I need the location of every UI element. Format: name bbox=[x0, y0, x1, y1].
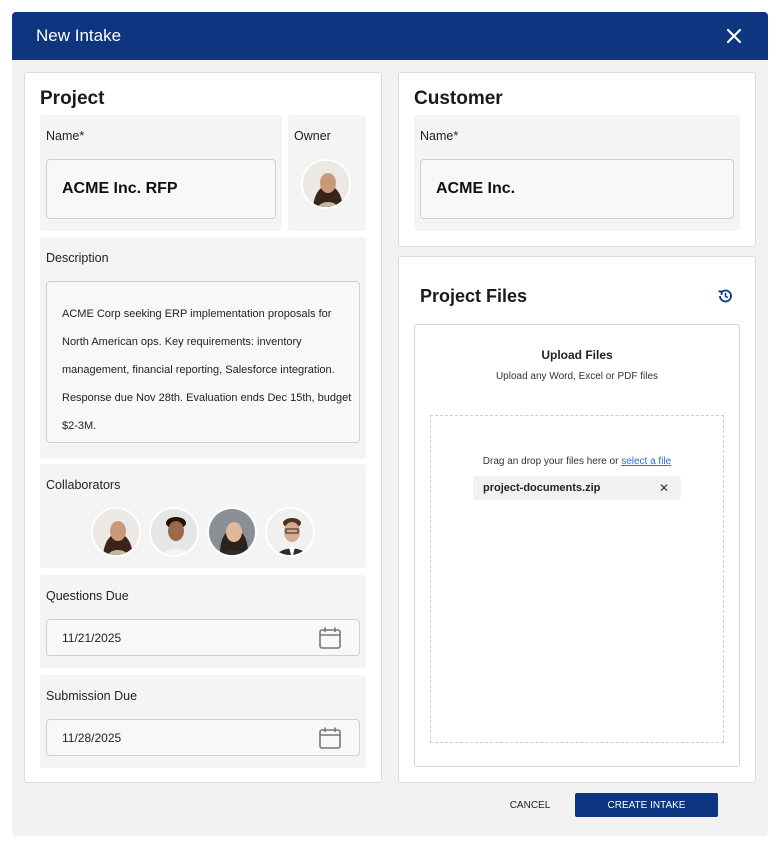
submission-due-section: Submission Due 11/28/2025 bbox=[40, 675, 366, 768]
drop-instructions: Drag an drop your files here or select a… bbox=[431, 456, 723, 467]
collaborator-avatar[interactable] bbox=[265, 507, 315, 557]
collaborators-label: Collaborators bbox=[46, 478, 121, 492]
uploaded-file-name: project-documents.zip bbox=[483, 482, 601, 494]
description-label: Description bbox=[46, 251, 109, 265]
close-icon[interactable] bbox=[724, 26, 744, 46]
owner-avatar[interactable] bbox=[301, 159, 351, 209]
project-name-section: Name* ACME Inc. RFP bbox=[40, 115, 282, 231]
description-text: ACME Corp seeking ERP implementation pro… bbox=[62, 308, 352, 432]
history-icon[interactable] bbox=[717, 288, 733, 304]
new-intake-dialog: New Intake Project Name* ACME Inc. RFP O… bbox=[12, 12, 768, 836]
questions-due-section: Questions Due 11/21/2025 bbox=[40, 575, 366, 668]
collaborator-avatar[interactable] bbox=[207, 507, 257, 557]
create-intake-button[interactable]: CREATE INTAKE bbox=[575, 793, 718, 817]
project-files-panel: Project Files Upload Files Upload any Wo… bbox=[398, 256, 756, 783]
customer-heading: Customer bbox=[414, 88, 503, 109]
upload-subtitle: Upload any Word, Excel or PDF files bbox=[495, 371, 659, 382]
collaborator-avatar[interactable] bbox=[91, 507, 141, 557]
questions-due-label: Questions Due bbox=[46, 589, 129, 603]
customer-name-label: Name* bbox=[420, 129, 459, 143]
upload-box: Upload Files Upload any Word, Excel or P… bbox=[414, 324, 740, 767]
project-heading: Project bbox=[40, 88, 105, 109]
questions-due-field[interactable]: 11/21/2025 bbox=[46, 619, 360, 656]
submission-due-label: Submission Due bbox=[46, 689, 138, 703]
calendar-icon[interactable] bbox=[318, 726, 342, 750]
dialog-header: New Intake bbox=[12, 12, 768, 60]
calendar-icon[interactable] bbox=[318, 626, 342, 650]
customer-name-value: ACME Inc. bbox=[436, 180, 516, 197]
owner-label: Owner bbox=[294, 129, 331, 143]
dialog-title: New Intake bbox=[36, 26, 122, 45]
submission-due-field[interactable]: 11/28/2025 bbox=[46, 719, 360, 756]
collaborators-section: Collaborators bbox=[40, 464, 366, 568]
project-name-label: Name* bbox=[46, 129, 85, 143]
cancel-button[interactable]: CANCEL bbox=[508, 793, 552, 817]
project-name-value: ACME Inc. RFP bbox=[62, 180, 178, 197]
owner-section: Owner bbox=[288, 115, 366, 231]
project-files-heading: Project Files bbox=[420, 286, 528, 306]
collaborator-avatar[interactable] bbox=[149, 507, 199, 557]
description-field[interactable]: ACME Corp seeking ERP implementation pro… bbox=[46, 281, 360, 443]
questions-due-value: 11/21/2025 bbox=[62, 630, 122, 645]
submission-due-value: 11/28/2025 bbox=[62, 730, 122, 745]
upload-title: Upload Files bbox=[541, 348, 613, 362]
customer-name-section: Name* ACME Inc. bbox=[414, 115, 740, 231]
drag-text: Drag an drop your files here or bbox=[482, 456, 622, 467]
uploaded-file-chip: project-documents.zip ✕ bbox=[473, 476, 681, 500]
remove-file-icon[interactable]: ✕ bbox=[659, 481, 669, 495]
select-file-link[interactable]: select a file bbox=[621, 456, 671, 467]
description-section: Description ACME Corp seeking ERP implem… bbox=[40, 237, 366, 459]
customer-name-field[interactable]: ACME Inc. bbox=[420, 159, 734, 219]
file-dropzone[interactable]: Drag an drop your files here or select a… bbox=[430, 415, 724, 743]
project-panel: Project Name* ACME Inc. RFP Owner Descri… bbox=[24, 72, 382, 783]
customer-panel: Customer Name* ACME Inc. bbox=[398, 72, 756, 247]
project-name-field[interactable]: ACME Inc. RFP bbox=[46, 159, 276, 219]
